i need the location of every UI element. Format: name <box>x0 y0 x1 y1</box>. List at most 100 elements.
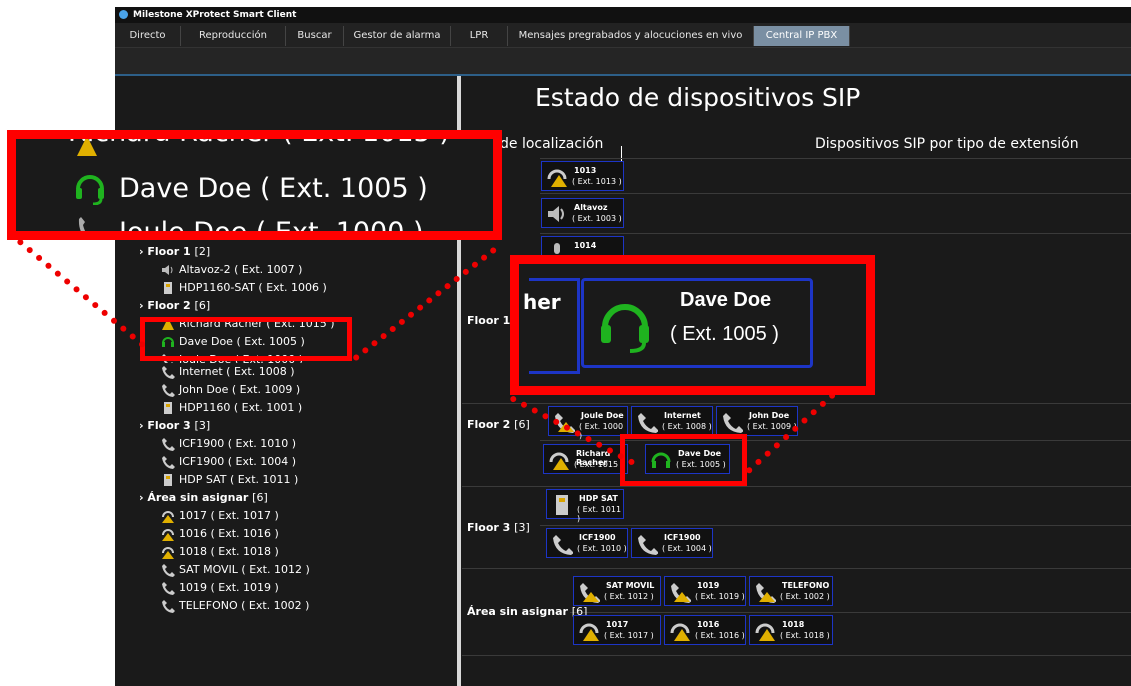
tree-item-label: HDP SAT ( Ext. 1011 ) <box>179 473 299 486</box>
tree-group-count: [3] <box>194 419 211 432</box>
tree-item[interactable]: TELEFONO ( Ext. 1002 ) <box>139 597 335 615</box>
row-divider <box>540 158 1131 159</box>
tree-item[interactable]: ICF1900 ( Ext. 1004 ) <box>139 453 335 471</box>
location-column-header: de localización <box>500 136 604 152</box>
device-name: Joule Doe <box>581 411 624 420</box>
tab-lpr[interactable]: LPR <box>451 26 508 46</box>
device-ext: ( Ext. 1003 ) <box>572 214 622 223</box>
tree-group-floor-1[interactable]: › Floor 1 [2] <box>139 243 335 261</box>
tree-item[interactable]: 1018 ( Ext. 1018 ) <box>139 543 335 561</box>
tree-item-label: 1017 ( Ext. 1017 ) <box>179 509 279 522</box>
device-tile[interactable]: TELEFONO ( Ext. 1002 ) <box>749 576 833 606</box>
device-tile[interactable]: Altavoz ( Ext. 1003 ) <box>541 198 624 228</box>
tab-mensajes[interactable]: Mensajes pregrabados y alocuciones en vi… <box>508 26 754 46</box>
phone-icon <box>161 563 175 577</box>
tree-group-unassigned[interactable]: › Área sin asignar [6] <box>139 489 335 507</box>
tree-item[interactable]: Internet ( Ext. 1008 ) <box>139 363 335 381</box>
zoom-text-bottom: Joule Doe ( Ext. 1000 ) <box>119 217 424 240</box>
device-tile[interactable]: 1019 ( Ext. 1019 ) <box>664 576 746 606</box>
device-ext: ( Ext. 1017 ) <box>604 631 654 640</box>
device-tile[interactable]: 1016 ( Ext. 1016 ) <box>664 615 746 645</box>
device-name: Internet <box>664 411 701 420</box>
device-ext: ( Ext. 1011 ) <box>577 505 622 523</box>
tree-item[interactable]: 1017 ( Ext. 1017 ) <box>139 507 335 525</box>
tree-item-label: 1016 ( Ext. 1016 ) <box>179 527 279 540</box>
title-bar: Milestone XProtect Smart Client <box>115 7 1131 23</box>
device-tile[interactable]: HDP SAT ( Ext. 1011 ) <box>546 489 624 523</box>
warning-headset-icon <box>548 449 570 471</box>
phone-icon <box>551 533 574 555</box>
device-name: TELEFONO <box>782 581 830 590</box>
tree-group-floor-2[interactable]: › Floor 2 [6] <box>139 297 335 315</box>
device-ext: ( Ext. 1018 ) <box>780 631 830 640</box>
phone-icon <box>161 437 175 451</box>
device-name: ICF1900 <box>579 533 616 542</box>
speaker-icon <box>161 263 175 277</box>
zoom-partial-text: her <box>523 290 561 314</box>
tree-group-label: Floor 3 <box>147 419 191 432</box>
extension-column-header: Dispositivos SIP por tipo de extensión <box>815 136 1079 152</box>
zoom-device-name: Dave Doe <box>680 289 772 311</box>
tab-buscar[interactable]: Buscar <box>286 26 344 46</box>
device-tile[interactable]: 1018 ( Ext. 1018 ) <box>749 615 833 645</box>
intercom-icon <box>161 281 175 295</box>
app-title: Milestone XProtect Smart Client <box>133 10 297 20</box>
device-tile[interactable]: SAT MOVIL ( Ext. 1012 ) <box>573 576 661 606</box>
device-tile[interactable]: 1017 ( Ext. 1017 ) <box>573 615 661 645</box>
device-name: 1019 <box>697 581 720 590</box>
tree-item[interactable]: SAT MOVIL ( Ext. 1012 ) <box>139 561 335 579</box>
tree-group-floor-3[interactable]: › Floor 3 [3] <box>139 417 335 435</box>
row-divider <box>462 568 1131 569</box>
group-label-text: Floor 3 <box>467 521 511 534</box>
group-label-text: Floor 2 <box>467 418 511 431</box>
device-tile[interactable]: ICF1900 ( Ext. 1010 ) <box>546 528 628 558</box>
phone-icon <box>161 383 175 397</box>
tab-gestor-alarma[interactable]: Gestor de alarma <box>344 26 451 46</box>
device-ext: ( Ext. 1004 ) <box>662 544 712 553</box>
zoom-device-ext: ( Ext. 1005 ) <box>670 323 779 345</box>
tree-item[interactable]: HDP1160-SAT ( Ext. 1006 ) <box>139 279 335 297</box>
group-count: [6] <box>514 418 530 431</box>
device-name: ICF1900 <box>664 533 701 542</box>
tree-item[interactable]: HDP1160 ( Ext. 1001 ) <box>139 399 335 417</box>
row-divider <box>462 486 1131 487</box>
tree-group-count: [6] <box>194 299 211 312</box>
zoom-callout-tree: Richard Racher ( Ext. 1015 ) Dave Doe ( … <box>7 130 502 240</box>
phone-icon <box>161 365 175 379</box>
tree-item-label: SAT MOVIL ( Ext. 1012 ) <box>179 563 310 576</box>
warning-phone-icon <box>754 581 777 603</box>
group-label-unassigned: Área sin asignar [6] <box>467 605 587 618</box>
zoom-text-mid: Dave Doe ( Ext. 1005 ) <box>119 173 428 204</box>
tab-directo[interactable]: Directo <box>115 26 181 46</box>
warning-headset-icon <box>161 509 175 523</box>
tree-item[interactable]: 1016 ( Ext. 1016 ) <box>139 525 335 543</box>
group-count: [3] <box>514 521 530 534</box>
row-divider <box>462 403 1131 404</box>
tree-item-label: 1018 ( Ext. 1018 ) <box>179 545 279 558</box>
device-tile[interactable]: Internet ( Ext. 1008 ) <box>631 406 713 436</box>
device-tile[interactable]: 1013 ( Ext. 1013 ) <box>541 161 624 191</box>
device-name: John Doe <box>749 411 790 420</box>
tree-item[interactable]: Altavoz-2 ( Ext. 1007 ) <box>139 261 335 279</box>
highlight-box-tile <box>620 434 747 486</box>
tree-item-label: HDP1160 ( Ext. 1001 ) <box>179 401 303 414</box>
tree-item-label: Altavoz-2 ( Ext. 1007 ) <box>179 263 303 276</box>
toolbar <box>115 48 1131 76</box>
phone-icon <box>161 455 175 469</box>
tree-item-label: TELEFONO ( Ext. 1002 ) <box>179 599 310 612</box>
tab-reproduccion[interactable]: Reproducción <box>181 26 286 46</box>
tree-item[interactable]: HDP SAT ( Ext. 1011 ) <box>139 471 335 489</box>
device-name: Altavoz <box>574 203 608 212</box>
device-name: 1017 <box>606 620 629 629</box>
warning-headset-icon <box>578 620 600 642</box>
group-label-text: Área sin asignar <box>467 605 568 618</box>
tab-central-ip-pbx[interactable]: Central IP PBX <box>754 26 850 46</box>
device-tile[interactable]: ICF1900 ( Ext. 1004 ) <box>631 528 713 558</box>
headset-icon <box>598 297 652 353</box>
device-tile[interactable]: Richard Racher( Ext. 1015 ) <box>543 444 628 474</box>
tree-item[interactable]: 1019 ( Ext. 1019 ) <box>139 579 335 597</box>
tree-item[interactable]: John Doe ( Ext. 1009 ) <box>139 381 335 399</box>
milestone-logo-icon <box>119 10 128 19</box>
tree-item[interactable]: ICF1900 ( Ext. 1010 ) <box>139 435 335 453</box>
warning-headset-icon <box>161 545 175 559</box>
